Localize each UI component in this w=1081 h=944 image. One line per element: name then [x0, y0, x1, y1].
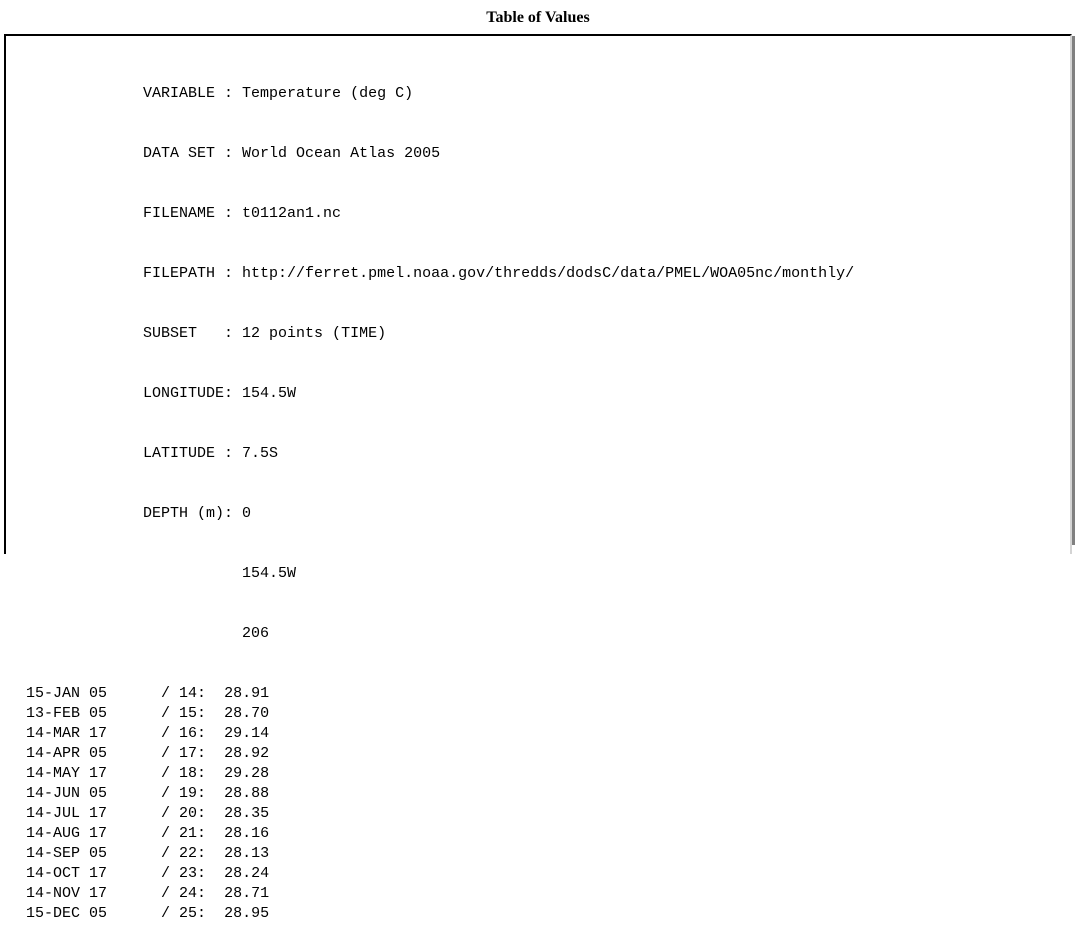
table-row: 15-JAN 05 / 14: 28.91: [26, 685, 270, 702]
longitude-value: 154.5W: [242, 385, 297, 402]
table-row: 14-APR 05 / 17: 28.92: [26, 745, 270, 762]
row-index: 21: [179, 825, 198, 842]
row-date: 14-APR 05: [26, 745, 108, 762]
table-row: 14-MAR 17 / 16: 29.14: [26, 725, 270, 742]
column-index: 206: [242, 625, 270, 642]
variable-line: VARIABLE : Temperature (deg C): [26, 85, 414, 102]
table-row: 14-JUL 17 / 20: 28.35: [26, 805, 270, 822]
variable-value: Temperature (deg C): [242, 85, 414, 102]
row-date: 15-JAN 05: [26, 685, 108, 702]
row-index: 23: [179, 865, 198, 882]
row-date: 14-SEP 05: [26, 845, 108, 862]
longitude-line: LONGITUDE: 154.5W: [26, 385, 297, 402]
data-rows: 15-JAN 05 / 14: 28.91 13-FEB 05 / 15: 28.…: [26, 684, 854, 924]
row-index: 17: [179, 745, 198, 762]
table-row: 14-SEP 05 / 22: 28.13: [26, 845, 270, 862]
row-index: 19: [179, 785, 198, 802]
row-index: 14: [179, 685, 198, 702]
row-value: 28.70: [224, 705, 270, 722]
filepath-value: http://ferret.pmel.noaa.gov/thredds/dods…: [242, 265, 855, 282]
filename-line: FILENAME : t0112an1.nc: [26, 205, 342, 222]
dataset-line: DATA SET : World Ocean Atlas 2005: [26, 145, 441, 162]
values-text: VARIABLE : Temperature (deg C) DATA SET …: [26, 44, 854, 944]
row-value: 28.13: [224, 845, 270, 862]
row-index: 15: [179, 705, 198, 722]
row-index: 20: [179, 805, 198, 822]
row-date: 14-MAY 17: [26, 765, 108, 782]
depth-value: 0: [242, 505, 252, 522]
dataset-value: World Ocean Atlas 2005: [242, 145, 441, 162]
row-date: 14-JUN 05: [26, 785, 108, 802]
subset-line: SUBSET : 12 points (TIME): [26, 325, 387, 342]
row-value: 29.28: [224, 765, 270, 782]
table-row: 15-DEC 05 / 25: 28.95: [26, 905, 270, 922]
row-date: 13-FEB 05: [26, 705, 108, 722]
row-value: 28.95: [224, 905, 270, 922]
panel-scroll-edge: [1072, 36, 1075, 545]
column-label: 154.5W: [242, 565, 297, 582]
depth-line: DEPTH (m): 0: [26, 505, 252, 522]
filename-value: t0112an1.nc: [242, 205, 342, 222]
row-index: 16: [179, 725, 198, 742]
row-date: 14-OCT 17: [26, 865, 108, 882]
row-value: 28.91: [224, 685, 270, 702]
row-value: 28.24: [224, 865, 270, 882]
filepath-line: FILEPATH : http://ferret.pmel.noaa.gov/t…: [26, 265, 855, 282]
page-title: Table of Values: [486, 9, 590, 26]
table-row: 14-AUG 17 / 21: 28.16: [26, 825, 270, 842]
row-index: 25: [179, 905, 198, 922]
row-index: 18: [179, 765, 198, 782]
table-row: 14-JUN 05 / 19: 28.88: [26, 785, 270, 802]
row-date: 14-JUL 17: [26, 805, 108, 822]
row-date: 15-DEC 05: [26, 905, 108, 922]
column-index-line: 206: [26, 624, 854, 644]
row-index: 24: [179, 885, 198, 902]
row-date: 14-MAR 17: [26, 725, 108, 742]
row-value: 28.92: [224, 745, 270, 762]
row-value: 29.14: [224, 725, 270, 742]
table-row: 14-NOV 17 / 24: 28.71: [26, 885, 270, 902]
table-row: 13-FEB 05 / 15: 28.70: [26, 705, 270, 722]
latitude-value: 7.5S: [242, 445, 279, 462]
column-label-line: 154.5W: [26, 564, 854, 584]
row-value: 28.16: [224, 825, 270, 842]
row-value: 28.88: [224, 785, 270, 802]
row-value: 28.71: [224, 885, 270, 902]
row-value: 28.35: [224, 805, 270, 822]
subset-value: 12 points (TIME): [242, 325, 387, 342]
table-row: 14-OCT 17 / 23: 28.24: [26, 865, 270, 882]
latitude-line: LATITUDE : 7.5S: [26, 445, 279, 462]
row-date: 14-AUG 17: [26, 825, 108, 842]
row-index: 22: [179, 845, 198, 862]
table-row: 14-MAY 17 / 18: 29.28: [26, 765, 270, 782]
row-date: 14-NOV 17: [26, 885, 108, 902]
